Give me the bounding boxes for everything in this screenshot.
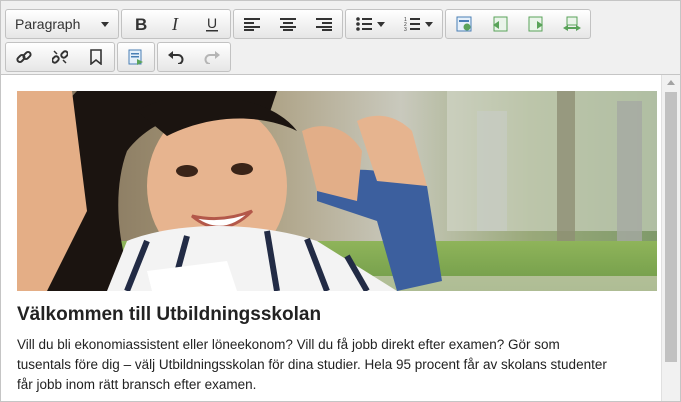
- numbered-list-button[interactable]: 123: [394, 10, 442, 38]
- scrollbar-thumb[interactable]: [665, 92, 677, 362]
- editor-toolbar: Paragraph B I U 1 2 3: [1, 1, 680, 75]
- editor-content[interactable]: Välkommen till Utbildningsskolan Vill du…: [1, 75, 661, 401]
- page-heading: Välkommen till Utbildningsskolan: [17, 304, 322, 325]
- history-group: [157, 42, 231, 72]
- bookmark-icon: [90, 49, 102, 65]
- chevron-down-icon: [101, 22, 109, 27]
- bold-button[interactable]: B: [122, 10, 158, 38]
- bold-icon: B: [135, 16, 147, 32]
- bullet-list-button[interactable]: [346, 10, 394, 38]
- template-group: [117, 42, 155, 72]
- svg-text:U: U: [207, 16, 217, 31]
- student-photo: [17, 91, 657, 291]
- intro-paragraph: Vill du bli ekonomiassistent eller lönee…: [17, 337, 607, 392]
- align-right-button[interactable]: [306, 10, 342, 38]
- text-style-group: B I U: [121, 9, 231, 39]
- insert-block-button[interactable]: [446, 10, 482, 38]
- link-group: [5, 42, 115, 72]
- template-icon: [128, 49, 143, 65]
- chevron-down-icon: [424, 21, 433, 27]
- scroll-up-arrow-icon[interactable]: [667, 80, 675, 85]
- format-select-value: Paragraph: [15, 16, 81, 32]
- list-group: 123: [345, 9, 443, 39]
- numbered-list-icon: 123: [404, 17, 420, 31]
- svg-text:3: 3: [404, 27, 407, 31]
- align-center-button[interactable]: [270, 10, 306, 38]
- align-left-icon: [244, 18, 260, 31]
- undo-button[interactable]: [158, 43, 194, 71]
- insert-left-icon: [493, 16, 508, 32]
- insert-left-button[interactable]: [482, 10, 518, 38]
- vertical-scrollbar[interactable]: [661, 75, 680, 401]
- underline-icon: U: [206, 16, 218, 32]
- underline-button[interactable]: U: [194, 10, 230, 38]
- swap-blocks-button[interactable]: [554, 10, 590, 38]
- link-icon: [16, 50, 32, 64]
- hero-image: [17, 91, 657, 291]
- align-center-icon: [280, 18, 296, 31]
- bullet-list-icon: [355, 17, 372, 31]
- italic-icon: I: [171, 16, 179, 32]
- format-select[interactable]: Paragraph: [6, 10, 118, 38]
- insert-right-icon: [528, 16, 543, 32]
- unlink-icon: [52, 50, 68, 64]
- bookmark-button[interactable]: [78, 43, 114, 71]
- align-right-icon: [316, 18, 332, 31]
- swap-blocks-icon: [563, 16, 581, 31]
- alignment-group: [233, 9, 343, 39]
- insert-template-button[interactable]: [118, 43, 154, 71]
- block-group: [445, 9, 591, 39]
- insert-right-button[interactable]: [518, 10, 554, 38]
- italic-button[interactable]: I: [158, 10, 194, 38]
- insert-block-icon: [456, 16, 472, 32]
- rich-text-editor: Paragraph B I U 1 2 3 Välkommen till Utb…: [0, 0, 681, 402]
- redo-button[interactable]: [194, 43, 230, 71]
- redo-icon: [204, 51, 220, 64]
- align-left-button[interactable]: [234, 10, 270, 38]
- undo-icon: [168, 51, 184, 64]
- chevron-down-icon: [376, 21, 385, 27]
- format-group: Paragraph: [5, 9, 119, 39]
- svg-text:I: I: [171, 16, 179, 32]
- insert-link-button[interactable]: [6, 43, 42, 71]
- remove-link-button[interactable]: [42, 43, 78, 71]
- svg-text:B: B: [135, 16, 147, 32]
